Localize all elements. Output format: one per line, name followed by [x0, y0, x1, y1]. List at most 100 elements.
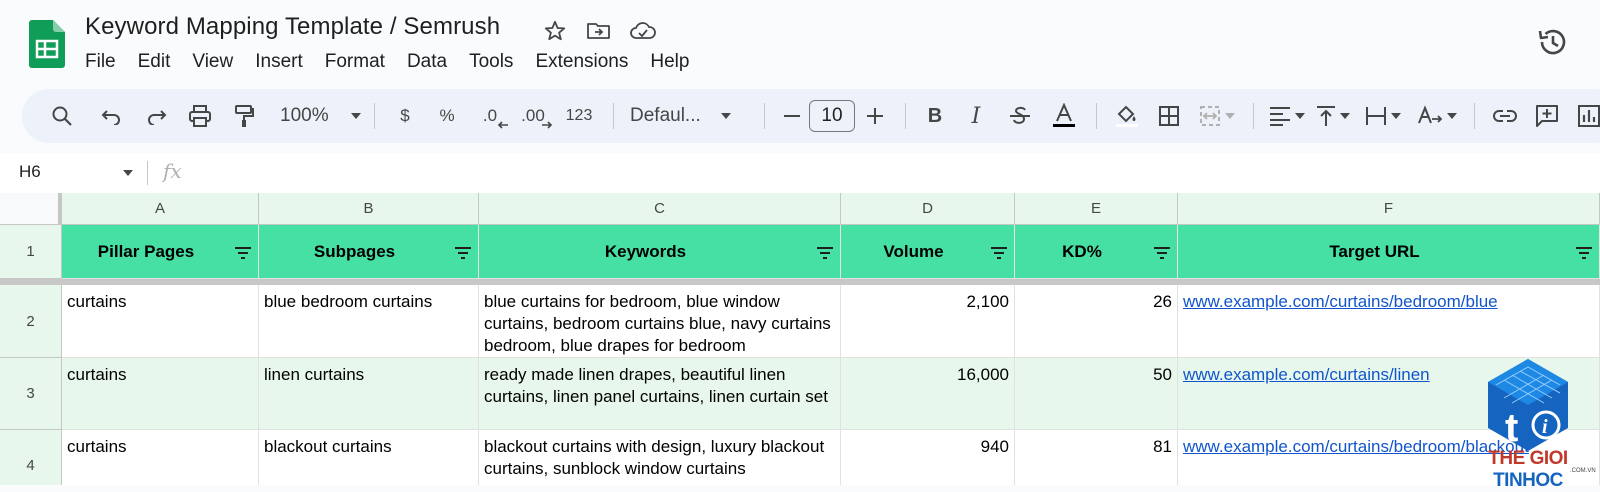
row-header-2[interactable]: 2: [0, 285, 62, 358]
cell-e4[interactable]: 81: [1015, 430, 1178, 485]
cell-d3[interactable]: 16,000: [841, 358, 1015, 430]
cell-a4[interactable]: curtains: [62, 430, 259, 485]
cell-c2[interactable]: blue curtains for bedroom, blue window c…: [479, 285, 841, 358]
bold-icon[interactable]: B: [916, 99, 954, 133]
google-sheets-logo-icon[interactable]: [29, 20, 65, 68]
paint-format-icon[interactable]: [222, 99, 266, 133]
move-to-folder-icon[interactable]: [584, 16, 614, 46]
chevron-down-icon[interactable]: [123, 170, 133, 176]
print-icon[interactable]: [178, 99, 222, 133]
decrease-font-size-icon[interactable]: [775, 99, 809, 133]
select-all-corner[interactable]: [0, 193, 62, 225]
row-header-3[interactable]: 3: [0, 358, 62, 430]
name-box[interactable]: H6: [19, 162, 41, 182]
column-header-f[interactable]: F: [1178, 193, 1600, 225]
target-url-link[interactable]: www.example.com/curtains/linen: [1183, 365, 1430, 384]
header-label: Pillar Pages: [97, 241, 195, 261]
cell-f2[interactable]: www.example.com/curtains/bedroom/blue: [1178, 285, 1600, 358]
menu-extensions[interactable]: Extensions: [524, 51, 639, 73]
cell-e2[interactable]: 26: [1015, 285, 1178, 358]
arrow-left-icon: [497, 121, 508, 129]
toolbar-divider: [374, 103, 375, 129]
insert-comment-icon[interactable]: [1525, 99, 1569, 133]
merge-cells-icon[interactable]: [1191, 99, 1243, 133]
menu-help[interactable]: Help: [639, 51, 700, 73]
header-label: Keywords: [604, 241, 687, 261]
text-color-icon[interactable]: [1042, 99, 1086, 133]
more-formats-button[interactable]: 123: [555, 99, 603, 133]
filter-icon[interactable]: [816, 247, 834, 259]
redo-icon[interactable]: [134, 99, 178, 133]
spreadsheet-grid: A B C D E F 1 2 3 4 Pillar Pages Subpage…: [0, 193, 1600, 485]
cloud-saved-icon[interactable]: [628, 16, 658, 46]
chevron-down-icon: [720, 113, 731, 119]
column-header-a[interactable]: A: [62, 193, 259, 225]
row-header-1[interactable]: 1: [0, 225, 62, 279]
header-cell-keywords[interactable]: Keywords: [479, 225, 841, 279]
filter-icon[interactable]: [1575, 247, 1593, 259]
chevron-down-icon: [1225, 113, 1235, 119]
document-title[interactable]: Keyword Mapping Template / Semrush: [85, 13, 500, 41]
strikethrough-icon[interactable]: [998, 99, 1042, 133]
cell-a2[interactable]: curtains: [62, 285, 259, 358]
cell-c4[interactable]: blackout curtains with design, luxury bl…: [479, 430, 841, 485]
formula-bar-divider: [147, 161, 148, 185]
column-header-c[interactable]: C: [479, 193, 841, 225]
increase-decimal-button[interactable]: .00: [511, 99, 555, 133]
vertical-align-icon[interactable]: [1310, 99, 1356, 133]
header-cell-volume[interactable]: Volume: [841, 225, 1015, 279]
menu-tools[interactable]: Tools: [458, 51, 524, 73]
cell-a3[interactable]: curtains: [62, 358, 259, 430]
header-cell-pillar-pages[interactable]: Pillar Pages: [62, 225, 259, 279]
cell-c3[interactable]: ready made linen drapes, beautiful linen…: [479, 358, 841, 430]
header-label: Volume: [883, 241, 944, 261]
insert-link-icon[interactable]: [1485, 99, 1525, 133]
text-rotation-icon[interactable]: [1410, 99, 1464, 133]
zoom-select[interactable]: 100%: [266, 99, 364, 133]
text-wrapping-icon[interactable]: [1356, 99, 1410, 133]
font-family-value: Defaul...: [630, 105, 701, 126]
decrease-decimal-button[interactable]: .0: [469, 99, 511, 133]
undo-icon[interactable]: [90, 99, 134, 133]
format-currency-button[interactable]: $: [385, 99, 425, 133]
filter-icon[interactable]: [234, 247, 252, 259]
filter-icon[interactable]: [1153, 247, 1171, 259]
header-cell-target-url[interactable]: Target URL: [1178, 225, 1600, 279]
font-size-input[interactable]: 10: [809, 100, 855, 132]
borders-icon[interactable]: [1147, 99, 1191, 133]
header-cell-subpages[interactable]: Subpages: [259, 225, 479, 279]
filter-icon[interactable]: [990, 247, 1008, 259]
column-header-e[interactable]: E: [1015, 193, 1178, 225]
header-cell-kd[interactable]: KD%: [1015, 225, 1178, 279]
cell-d2[interactable]: 2,100: [841, 285, 1015, 358]
version-history-icon[interactable]: [1536, 25, 1570, 59]
target-url-link[interactable]: www.example.com/curtains/bedroom/blue: [1183, 292, 1498, 311]
cell-b2[interactable]: blue bedroom curtains: [259, 285, 479, 358]
menu-edit[interactable]: Edit: [127, 51, 182, 73]
cell-b4[interactable]: blackout curtains: [259, 430, 479, 485]
watermark-brand-blue: TINHOC: [1493, 470, 1563, 491]
column-header-d[interactable]: D: [841, 193, 1015, 225]
row-header-4[interactable]: 4: [0, 430, 62, 485]
toolbar-divider: [1253, 103, 1254, 129]
cell-d4[interactable]: 940: [841, 430, 1015, 485]
star-icon[interactable]: [540, 16, 570, 46]
format-percent-button[interactable]: %: [425, 99, 469, 133]
menu-data[interactable]: Data: [396, 51, 458, 73]
search-menus-icon[interactable]: [48, 99, 76, 133]
horizontal-align-icon[interactable]: [1264, 99, 1310, 133]
cell-b3[interactable]: linen curtains: [259, 358, 479, 430]
cell-e3[interactable]: 50: [1015, 358, 1178, 430]
menu-format[interactable]: Format: [314, 51, 396, 73]
italic-icon[interactable]: I: [954, 99, 998, 133]
menu-file[interactable]: File: [85, 51, 127, 73]
increase-font-size-icon[interactable]: [855, 99, 895, 133]
menu-insert[interactable]: Insert: [244, 51, 314, 73]
filter-icon[interactable]: [454, 247, 472, 259]
insert-chart-icon[interactable]: [1569, 99, 1600, 133]
font-family-select[interactable]: Defaul...: [624, 99, 754, 133]
column-header-b[interactable]: B: [259, 193, 479, 225]
menu-view[interactable]: View: [181, 51, 244, 73]
chevron-down-icon: [1391, 113, 1401, 119]
fill-color-icon[interactable]: [1107, 99, 1147, 133]
